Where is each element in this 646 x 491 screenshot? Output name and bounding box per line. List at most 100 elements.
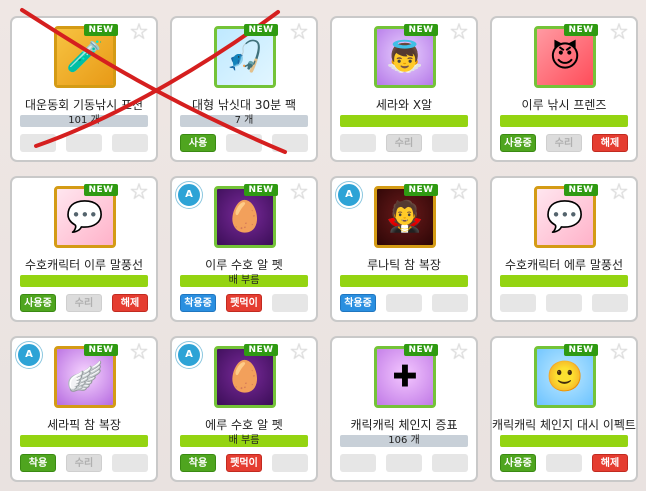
equip-button[interactable]: 착용 (180, 454, 216, 472)
equipped-button[interactable]: 착용중 (340, 294, 376, 312)
favorite-star-icon[interactable]: ☆ (608, 342, 630, 364)
in-use-button[interactable]: 사용중 (500, 134, 536, 152)
pet-badge-icon: A (336, 182, 362, 208)
item-bar: 7 개 (180, 115, 308, 127)
item-title: 수호캐릭터 에루 말풍선 (504, 258, 624, 272)
feed-pet-button[interactable]: 펫먹이 (226, 294, 262, 312)
item-bar: 배 부름 (180, 435, 308, 447)
item-card[interactable]: A 🧛 NEW ☆ 루나틱 참 복장 착용중 (330, 176, 478, 322)
empty-slot (20, 134, 56, 152)
favorite-star-icon[interactable]: ☆ (288, 342, 310, 364)
bubble-icon: 💬 (546, 199, 584, 235)
item-buttons: 사용 (180, 134, 308, 154)
equip-button[interactable]: 착용 (20, 454, 56, 472)
new-tag: NEW (84, 184, 118, 196)
unequip-button[interactable]: 해제 (592, 134, 628, 152)
use-button[interactable]: 사용 (180, 134, 216, 152)
item-bar: 106 개 (340, 435, 468, 447)
pet-badge-icon: A (176, 182, 202, 208)
item-bar (500, 435, 628, 447)
empty-slot (340, 134, 376, 152)
in-use-button[interactable]: 사용중 (20, 294, 56, 312)
item-card[interactable]: A 🥚 NEW ☆ 에루 수호 알 펫 배 부름 착용 펫먹이 (170, 336, 318, 482)
egg-icon: 🥚 (226, 359, 264, 395)
pet-badge-icon: A (176, 342, 202, 368)
item-card[interactable]: 💬 NEW ☆ 수호캐릭터 에루 말풍선 (490, 176, 638, 322)
equipped-button[interactable]: 착용중 (180, 294, 216, 312)
item-title: 세라픽 참 복장 (47, 418, 121, 432)
item-buttons: 사용중 해제 (500, 454, 628, 474)
item-title: 수호캐릭터 이루 말풍선 (24, 258, 144, 272)
item-buttons (340, 454, 468, 474)
repair-button[interactable]: 수리 (386, 134, 422, 152)
favorite-star-icon[interactable]: ☆ (288, 182, 310, 204)
favorite-star-icon[interactable]: ☆ (448, 22, 470, 44)
item-card[interactable]: 💬 NEW ☆ 수호캐릭터 이루 말풍선 사용중 수리 해제 (10, 176, 158, 322)
favorite-star-icon[interactable]: ☆ (128, 22, 150, 44)
item-bar (340, 115, 468, 127)
item-buttons (20, 134, 148, 154)
empty-slot (272, 454, 308, 472)
favorite-star-icon[interactable]: ☆ (288, 22, 310, 44)
empty-slot (546, 294, 582, 312)
unequip-button[interactable]: 해제 (112, 294, 148, 312)
empty-slot (272, 294, 308, 312)
item-card[interactable]: 😈 NEW ☆ 이루 낚시 프렌즈 사용중 수리 해제 (490, 16, 638, 162)
item-buttons: 착용 펫먹이 (180, 454, 308, 474)
feed-pet-button[interactable]: 펫먹이 (226, 454, 262, 472)
item-card[interactable]: 🙂 NEW ☆ 캐릭캐릭 체인지 대시 이펙트 사용중 해제 (490, 336, 638, 482)
inventory-grid: 🧪 NEW ☆ 대운동회 기동낚시 포션 101 개 🎣 NEW ☆ 대형 낚싯… (0, 0, 646, 491)
favorite-star-icon[interactable]: ☆ (128, 182, 150, 204)
favorite-star-icon[interactable]: ☆ (448, 182, 470, 204)
repair-button[interactable]: 수리 (546, 134, 582, 152)
empty-slot (432, 454, 468, 472)
item-buttons (500, 294, 628, 314)
egg-icon: 🥚 (226, 199, 264, 235)
favorite-star-icon[interactable]: ☆ (608, 22, 630, 44)
item-bar (20, 275, 148, 287)
new-tag: NEW (244, 184, 278, 196)
new-tag: NEW (564, 344, 598, 356)
item-card[interactable]: A 🪽 NEW ☆ 세라픽 참 복장 착용 수리 (10, 336, 158, 482)
item-title: 대운동회 기동낚시 포션 (24, 98, 144, 112)
empty-slot (500, 294, 536, 312)
in-use-button[interactable]: 사용중 (500, 454, 536, 472)
item-card[interactable]: 🎣 NEW ☆ 대형 낚싯대 30분 팩 7 개 사용 (170, 16, 318, 162)
empty-slot (112, 134, 148, 152)
item-card[interactable]: A 🥚 NEW ☆ 이루 수호 알 펫 배 부름 착용중 펫먹이 (170, 176, 318, 322)
new-tag: NEW (564, 184, 598, 196)
empty-slot (386, 294, 422, 312)
new-tag: NEW (244, 24, 278, 36)
favorite-star-icon[interactable]: ☆ (128, 342, 150, 364)
new-tag: NEW (564, 24, 598, 36)
item-bar (500, 115, 628, 127)
item-bar: 101 개 (20, 115, 148, 127)
item-card[interactable]: ✚ NEW ☆ 캐릭캐릭 체인지 증표 106 개 (330, 336, 478, 482)
cross-icon: ✚ (392, 359, 418, 395)
new-tag: NEW (404, 344, 438, 356)
item-card[interactable]: 🧪 NEW ☆ 대운동회 기동낚시 포션 101 개 (10, 16, 158, 162)
favorite-star-icon[interactable]: ☆ (448, 342, 470, 364)
item-buttons: 수리 (340, 134, 468, 154)
iru-friends-icon: 😈 (549, 39, 581, 75)
empty-slot (386, 454, 422, 472)
item-buttons: 착용중 (340, 294, 468, 314)
item-title: 대형 낚싯대 30분 팩 (192, 98, 296, 112)
empty-slot (272, 134, 308, 152)
item-bar: 배 부름 (180, 275, 308, 287)
favorite-star-icon[interactable]: ☆ (608, 182, 630, 204)
empty-slot (112, 454, 148, 472)
bubble-icon: 💬 (66, 199, 104, 235)
costume-icon: 🧛 (386, 199, 424, 235)
item-title: 세라와 X알 (375, 98, 433, 112)
item-card[interactable]: 👼 NEW ☆ 세라와 X알 수리 (330, 16, 478, 162)
item-buttons: 착용 수리 (20, 454, 148, 474)
unequip-button[interactable]: 해제 (592, 454, 628, 472)
repair-button[interactable]: 수리 (66, 294, 102, 312)
item-buttons: 착용중 펫먹이 (180, 294, 308, 314)
item-buttons: 사용중 수리 해제 (500, 134, 628, 154)
potion-icon: 🧪 (66, 39, 104, 75)
item-bar (20, 435, 148, 447)
empty-slot (546, 454, 582, 472)
repair-button[interactable]: 수리 (66, 454, 102, 472)
